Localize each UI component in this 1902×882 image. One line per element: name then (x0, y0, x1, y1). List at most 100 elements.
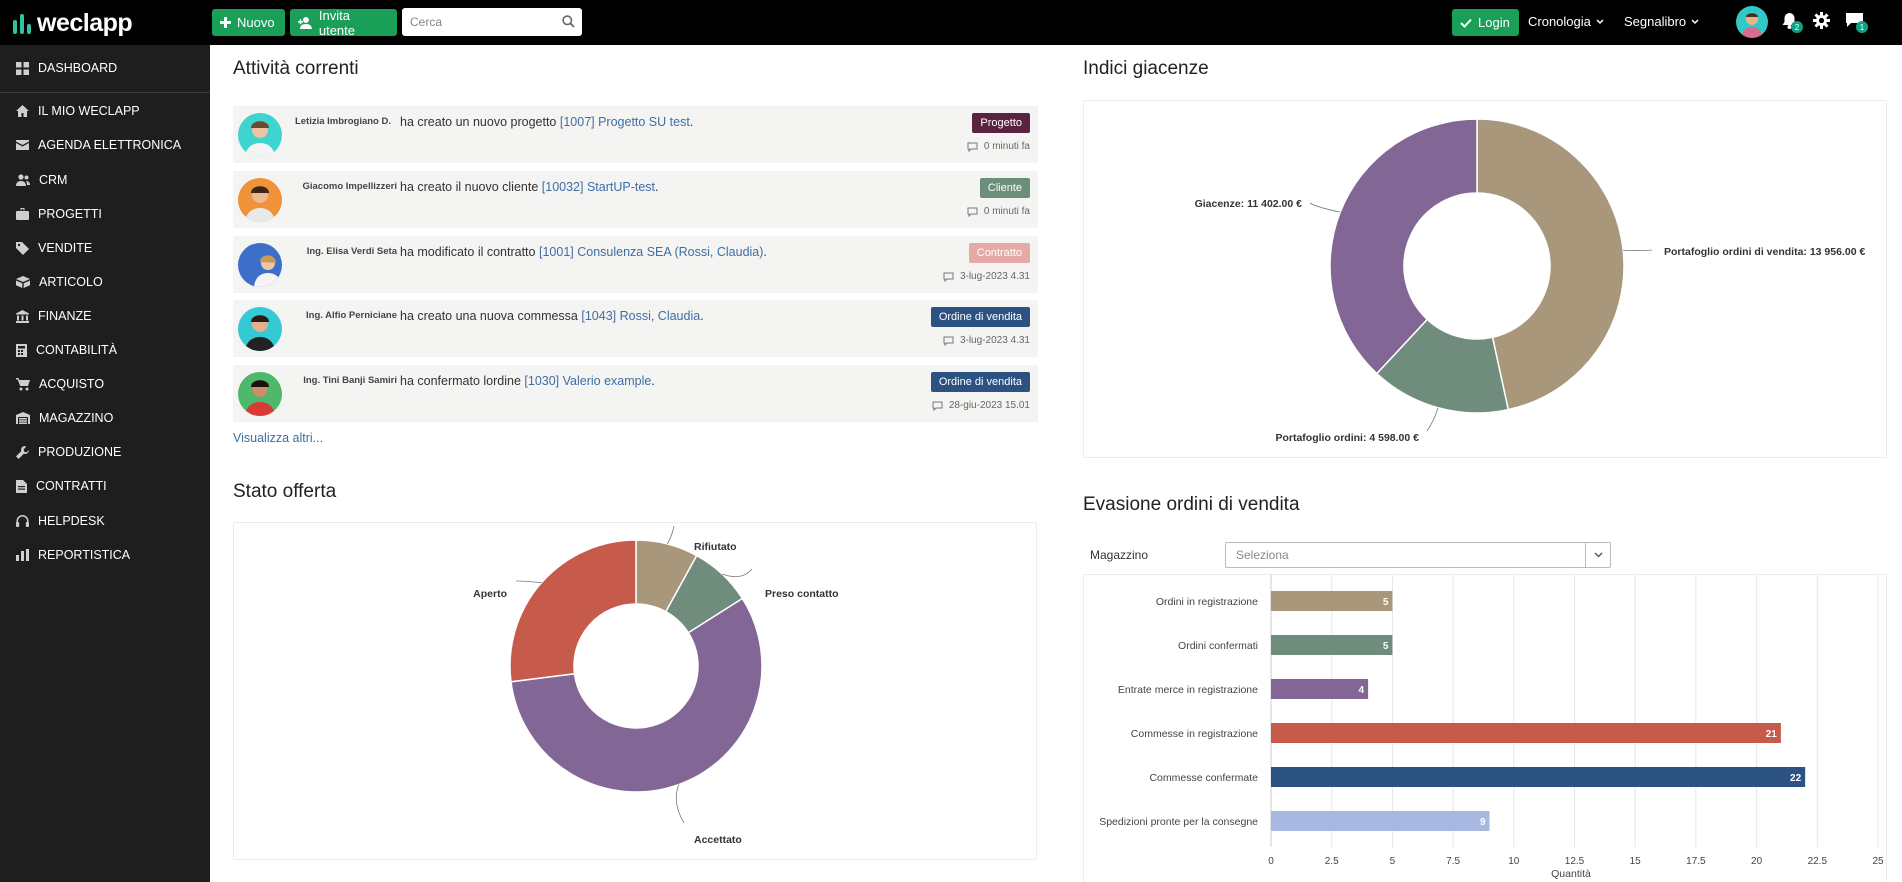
category-label: Commesse confermate (1149, 772, 1258, 784)
activity-action: ha modificato il contratto (400, 245, 536, 259)
sidebar-item-accounting[interactable]: CONTABILITÀ (0, 333, 210, 367)
slice-connector (666, 525, 675, 545)
x-tick-label: 22.5 (1808, 856, 1828, 867)
sidebar-item-purchasing[interactable]: ACQUISTO (0, 367, 210, 401)
show-more-link[interactable]: Visualizza altri... (233, 431, 323, 445)
activity-tag-badge[interactable]: Cliente (979, 178, 1030, 198)
activity-tag-badge[interactable]: Ordine di vendita (930, 372, 1030, 392)
history-label: Cronologia (1528, 14, 1591, 29)
x-tick-label: 0 (1268, 856, 1274, 867)
slice-label: Portafoglio ordini: 4 598.00 € (1275, 432, 1419, 444)
x-tick-label: 20 (1751, 856, 1763, 867)
x-tick-label: 25 (1872, 856, 1884, 867)
users-icon (16, 174, 30, 186)
bar[interactable] (1271, 811, 1490, 831)
sidebar-item-sales[interactable]: VENDITE (0, 231, 210, 265)
messages-button[interactable]: 1 (1845, 12, 1868, 33)
sidebar-item-helpdesk[interactable]: HELPDESK (0, 504, 210, 538)
activity-suffix: . (700, 309, 704, 323)
sidebar-item-label: MAGAZZINO (39, 411, 114, 425)
notifications-button[interactable]: 2 (1782, 12, 1803, 34)
activity-suffix: . (763, 245, 767, 259)
bar[interactable] (1271, 679, 1369, 699)
activity-time: 0 minuti fa (967, 206, 1030, 217)
comment-icon[interactable] (932, 401, 943, 411)
activity-time-label: 3-lug-2023 4.31 (959, 335, 1030, 346)
activity-time: 3-lug-2023 4.31 (943, 335, 1030, 346)
search-icon[interactable] (562, 15, 575, 28)
activity-tag-badge[interactable]: Ordine di vendita (930, 307, 1030, 327)
activity-item: Letizia Imbrogiano D. ha creato un nuovo… (233, 106, 1038, 163)
sidebar-item-contracts[interactable]: CONTRATTI (0, 469, 210, 503)
bar[interactable] (1271, 767, 1806, 787)
search-box (402, 8, 582, 36)
bookmarks-label: Segnalibro (1624, 14, 1687, 29)
sidebar-item-projects[interactable]: PROGETTI (0, 197, 210, 231)
sidebar-item-label: AGENDA ELETTRONICA (38, 138, 182, 152)
settings-button[interactable] (1813, 12, 1830, 34)
tag-icon (16, 241, 29, 255)
document-icon (16, 479, 27, 493)
donut-slice[interactable] (509, 539, 637, 683)
activity-message: ha confermato lordine [1030] Valerio exa… (400, 374, 655, 388)
activity-tag-badge[interactable]: Progetto (972, 113, 1030, 133)
activity-time-label: 0 minuti fa (983, 141, 1030, 152)
activity-link[interactable]: [1001] Consulenza SEA (Rossi, Claudia) (539, 245, 763, 259)
weclapp-logo[interactable]: weclapp (13, 9, 133, 38)
comment-icon[interactable] (943, 272, 954, 282)
bar-value-label: 21 (1766, 729, 1778, 740)
bar[interactable] (1271, 723, 1781, 743)
activity-suffix: . (651, 374, 655, 388)
sidebar-item-label: VENDITE (38, 241, 93, 255)
comment-icon[interactable] (967, 142, 978, 152)
slice-label: Rifiutato (694, 541, 737, 553)
avatar[interactable] (238, 243, 282, 287)
warehouse-select-value: Seleziona (1236, 548, 1289, 562)
avatar[interactable] (238, 178, 282, 222)
sidebar-item-articles[interactable]: ARTICOLO (0, 265, 210, 299)
user-avatar[interactable] (1736, 6, 1768, 38)
activity-message: ha creato un nuovo progetto [1007] Proge… (400, 115, 693, 129)
sidebar-item-finance[interactable]: FINANZE (0, 299, 210, 333)
sidebar-item-agenda[interactable]: AGENDA ELETTRONICA (0, 128, 210, 162)
sidebar-item-warehouse[interactable]: MAGAZZINO (0, 401, 210, 435)
sidebar-item-label: REPORTISTICA (38, 548, 131, 562)
slice-label: Aperto (473, 588, 507, 600)
sidebar-divider (0, 92, 210, 93)
chevron-down-icon (1691, 18, 1699, 24)
bar[interactable] (1271, 591, 1393, 611)
bookmarks-dropdown[interactable]: Segnalibro (1624, 14, 1699, 29)
bar-value-label: 22 (1790, 773, 1802, 784)
dashboard-icon (16, 61, 29, 75)
activity-link[interactable]: [1030] Valerio example (524, 374, 651, 388)
activity-tag-badge[interactable]: Contratto (968, 243, 1030, 263)
comment-icon[interactable] (967, 207, 978, 217)
order-fulfillment-bar-chart: 0 2.5 5 7.5 10 12.5 15 17.5 20 22.5 25 Ordini in re… (1099, 575, 1884, 880)
slice-connector (1426, 407, 1439, 432)
bar[interactable] (1271, 635, 1393, 655)
activity-link[interactable]: [1043] Rossi, Claudia (581, 309, 700, 323)
sidebar-item-dashboard[interactable]: DASHBOARD (0, 51, 210, 85)
sidebar-item-label: CRM (39, 173, 68, 187)
activities-title: Attività correnti (233, 58, 359, 79)
comment-icon[interactable] (943, 336, 954, 346)
avatar[interactable] (238, 307, 282, 351)
login-button[interactable]: Login (1452, 9, 1519, 36)
stock-index-title: Indici giacenze (1083, 58, 1209, 79)
sidebar-item-my-weclapp[interactable]: IL MIO WECLAPP (0, 94, 210, 128)
sidebar-item-production[interactable]: PRODUZIONE (0, 435, 210, 469)
warehouse-select-toggle[interactable] (1585, 543, 1610, 567)
search-input[interactable] (410, 15, 550, 29)
history-dropdown[interactable]: Cronologia (1528, 14, 1604, 29)
category-label: Commesse in registrazione (1131, 728, 1258, 740)
warehouse-select[interactable]: Seleziona (1225, 542, 1611, 568)
sidebar-item-crm[interactable]: CRM (0, 163, 210, 197)
avatar[interactable] (238, 372, 282, 416)
invite-user-button[interactable]: Invita utente (290, 8, 397, 38)
activity-message: ha creato il nuovo cliente [10032] Start… (400, 180, 659, 194)
activity-link[interactable]: [1007] Progetto SU test (560, 115, 690, 129)
activity-link[interactable]: [10032] StartUP-test (542, 180, 655, 194)
avatar[interactable] (238, 113, 282, 157)
sidebar-item-reporting[interactable]: REPORTISTICA (0, 538, 210, 572)
new-button[interactable]: Nuovo (212, 9, 285, 36)
